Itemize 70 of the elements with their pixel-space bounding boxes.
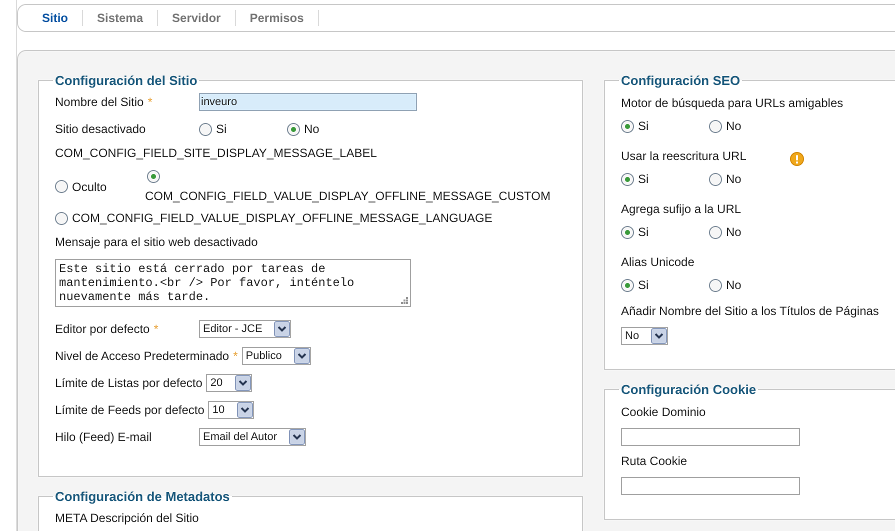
field-label: Agrega sufijo a la URL <box>621 202 742 216</box>
option-label[interactable]: Si <box>638 278 649 292</box>
text-field[interactable] <box>621 428 800 446</box>
field-label: Motor de búsqueda para URLs amigables <box>621 96 844 110</box>
section-title: Configuración de Metadatos <box>54 489 231 504</box>
radio-button[interactable] <box>621 172 634 186</box>
field-label: Ruta Cookie <box>621 454 688 468</box>
option-label[interactable]: Si <box>638 172 649 186</box>
field-label: Alias Unicode <box>621 255 694 269</box>
field-label: Nivel de Acceso Predeterminado <box>55 349 230 363</box>
radio-button[interactable] <box>709 120 722 132</box>
required-mark: * <box>148 95 152 109</box>
tab[interactable]: Sistema <box>83 10 158 26</box>
option-label[interactable]: Si <box>216 122 227 136</box>
tab[interactable]: Servidor <box>158 10 236 26</box>
caret-icon <box>236 402 253 418</box>
radio-button[interactable] <box>55 212 68 224</box>
dropdown[interactable]: Email del Autor <box>199 428 306 446</box>
field-label: Añadir Nombre del Sitio a los Títulos de Páginas <box>621 304 879 318</box>
dropdown[interactable]: Editor - JCE <box>199 320 292 338</box>
option-label[interactable]: No <box>726 172 742 186</box>
dropdown[interactable]: No <box>621 327 668 345</box>
field-label: Límite de Feeds por defecto <box>55 403 204 417</box>
field-label: COM_CONFIG_FIELD_SITE_DISPLAY_MESSAGE_LABEL <box>55 146 377 160</box>
field-label: Mensaje para el sitio web desactivado <box>55 235 258 249</box>
caret-icon <box>294 348 310 364</box>
caret-icon <box>288 429 305 445</box>
radio-button[interactable] <box>709 172 722 186</box>
radio-button[interactable] <box>147 170 160 183</box>
option-label[interactable]: COM_CONFIG_FIELD_VALUE_DISPLAY_OFFLINE_MESSAGE_LANGUAGE <box>72 211 492 225</box>
option-label[interactable]: No <box>726 225 742 239</box>
dropdown[interactable]: 10 <box>208 401 254 419</box>
dropdown[interactable]: Publico <box>242 347 311 365</box>
field-label: Usar la reescritura URL <box>621 149 746 163</box>
dropdown[interactable]: 20 <box>206 374 252 392</box>
radio-button[interactable] <box>621 226 634 238</box>
option-label[interactable]: No <box>726 119 742 133</box>
resize-grip-icon[interactable] <box>401 297 408 304</box>
field-label: Hilo (Feed) E-mail <box>55 430 152 444</box>
option-label[interactable]: Si <box>638 225 649 239</box>
radio-button[interactable] <box>199 122 212 136</box>
section-title: Configuración Cookie <box>620 382 758 397</box>
option-label[interactable]: Oculto <box>72 180 107 194</box>
radio-button[interactable] <box>709 278 722 292</box>
caret-icon <box>234 375 251 391</box>
field-label: META Descripción del Sitio <box>55 511 199 525</box>
caret-icon <box>651 328 668 344</box>
tab[interactable]: Permisos <box>236 10 319 26</box>
field-label: Sitio desactivado <box>55 122 146 136</box>
option-label[interactable]: Si <box>638 119 649 133</box>
radio-button[interactable] <box>55 180 68 193</box>
radio-button[interactable] <box>621 278 634 292</box>
option-label[interactable]: No <box>304 122 320 136</box>
message-textarea[interactable]: Este sitio está cerrado por tareas de mantenimiento.<br /> Por favor, inténtelo nuevamente más tarde. <box>55 259 411 307</box>
field-label: Límite de Listas por defecto <box>55 376 202 390</box>
field-label: Editor por defecto <box>55 322 150 336</box>
radio-button[interactable] <box>621 120 634 132</box>
text-field[interactable] <box>621 477 800 495</box>
required-mark: * <box>154 322 158 336</box>
field-label: Cookie Dominio <box>621 405 706 419</box>
option-label[interactable]: No <box>726 278 742 292</box>
section-title: Configuración del Sitio <box>54 73 198 88</box>
field-label: Nombre del Sitio <box>55 95 144 109</box>
radio-button[interactable] <box>709 226 722 238</box>
section-title: Configuración SEO <box>620 73 742 88</box>
text-field[interactable]: inveuro <box>199 93 417 111</box>
radio-button[interactable] <box>287 122 300 136</box>
option-label[interactable]: COM_CONFIG_FIELD_VALUE_DISPLAY_OFFLINE_MESSAGE_CUSTOM <box>145 189 550 203</box>
required-mark: * <box>233 349 238 363</box>
caret-icon <box>274 321 290 337</box>
